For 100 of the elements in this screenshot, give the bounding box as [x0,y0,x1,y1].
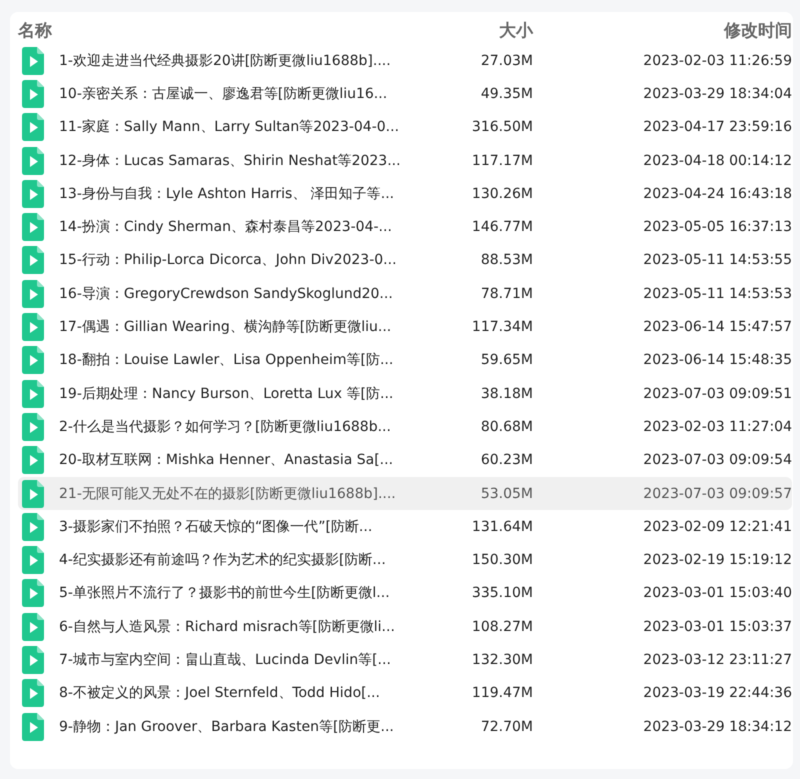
file-size: 49.35M [480,86,533,102]
file-row[interactable]: 15-行动：Philip-Lorca Dicorca、John Div2023-0... 88.53M 2023-05-11 14:53:55 [18,244,792,278]
video-file-icon [22,512,44,541]
file-size: 72.70M [480,718,533,735]
file-row[interactable]: 21-无限可能又无处不在的摄影[防断更微liu1688b].... 53.05M 2023-07-03 09:09:57 [18,476,792,510]
modified-time: 2023-03-19 22:44:36 [642,685,792,702]
file-name: 16-导演：GregoryCrewdson SandySkoglund20... [59,284,394,303]
file-name: 13-身份与自我：Lyle Ashton Harris、 泽田知子等... [59,184,396,203]
modified-time: 2023-02-19 15:19:12 [642,552,792,568]
file-size: 117.34M [470,319,533,336]
modified-time: 2023-03-12 23:11:27 [642,652,792,668]
modified-time: 2023-03-29 18:34:04 [642,86,792,102]
file-row[interactable]: 8-不被定义的风景：Joel Sternfeld、Todd Hido[... 119.47M 2023-03-19 22:44:36 [18,676,792,710]
modified-time: 2023-03-01 15:03:37 [642,618,792,635]
file-name: 15-行动：Philip-Lorca Dicorca、John Div2023-0... [59,251,398,270]
file-name: 19-后期处理：Nancy Burson、Loretta Lux 等[防... [59,384,394,403]
file-name: 6-自然与人造风景：Richard misrach等[防断更微li... [59,618,396,636]
file-row[interactable]: 1-欢迎走进当代经典摄影20讲[防断更微liu1688b].... 27.03M 2023-02-03 11:26:59 [18,44,792,78]
file-row[interactable]: 2-什么是当代摄影？如何学习？[防断更微liu1688b... 80.68M 2023-02-03 11:27:04 [18,410,792,444]
file-size: 59.65M [480,352,533,368]
file-row[interactable]: 6-自然与人造风景：Richard misrach等[防断更微li... 108.27M 2023-03-01 15:03:37 [18,610,792,644]
modified-time: 2023-04-18 00:14:12 [642,152,792,169]
file-row[interactable]: 3-摄影家们不拍照？石破天惊的“图像一代”[防断... 131.64M 2023-02-09 12:21:41 [18,510,792,544]
video-file-icon [22,146,44,175]
modified-time: 2023-03-29 18:34:12 [642,718,792,735]
file-size: 38.18M [480,386,533,402]
file-row[interactable]: 19-后期处理：Nancy Burson、Loretta Lux 等[防... 38.18M 2023-07-03 09:09:51 [18,376,792,410]
file-row[interactable]: 4-纪实摄影还有前途吗？作为艺术的纪实摄影[防断... 150.30M 2023-02-19 15:19:12 [18,543,792,577]
modified-time: 2023-02-03 11:26:59 [642,52,792,69]
video-file-icon [22,246,44,274]
video-file-icon [22,380,44,408]
file-row[interactable]: 17-偶遇：Gillian Wearing、横沟静等[防断更微liu... 117.34M 2023-06-14 15:47:57 [18,310,792,344]
column-header[interactable]: 修改时间 [533,18,792,42]
file-name: 21-无限可能又无处不在的摄影[防断更微liu1688b].... [59,484,397,502]
video-file-icon [22,612,44,641]
file-size: 150.30M [470,552,533,568]
video-file-icon [22,579,44,608]
video-file-icon [22,480,44,508]
modified-time: 2023-07-03 09:09:54 [642,452,792,468]
video-file-icon [22,46,44,75]
video-file-icon [22,346,44,374]
file-name: 17-偶遇：Gillian Wearing、横沟静等[防断更微liu... [59,318,392,336]
file-name: 1-欢迎走进当代经典摄影20讲[防断更微liu1688b].... [59,52,392,70]
file-row[interactable]: 7-城市与室内空间：畠山直哉、Lucinda Devlin等[... 132.30M 2023-03-12 23:11:27 [18,643,792,677]
column-header[interactable]: 大小 [403,18,533,42]
file-row[interactable]: 11-家庭：Sally Mann、Larry Sultan等2023-04-0... 316.50M 2023-04-17 23:59:16 [18,110,792,144]
file-row[interactable]: 20-取材互联网：Mishka Henner、Anastasia Sa[... 60.23M 2023-07-03 09:09:54 [18,444,792,477]
video-file-icon [22,180,44,208]
modified-time: 2023-02-03 11:27:04 [642,418,792,435]
file-name: 7-城市与室内空间：畠山直哉、Lucinda Devlin等[... [59,650,392,669]
file-name: 20-取材互联网：Mishka Henner、Anastasia Sa[... [59,451,394,470]
file-row[interactable]: 12-身体：Lucas Samaras、Shirin Neshat等2023... 117.17M 2023-04-18 00:14:12 [18,144,792,178]
file-row[interactable]: 5-单张照片不流行了？摄影书的前世今生[防断更微l... 335.10M 2023-03-01 15:03:40 [18,576,792,610]
modified-time: 2023-02-09 12:21:41 [642,518,792,535]
modified-time: 2023-04-17 23:59:16 [642,119,792,136]
modified-time: 2023-06-14 15:47:57 [642,319,792,336]
file-size: 146.77M [470,219,533,236]
column-header[interactable]: 名称 [18,18,403,42]
file-size: 316.50M [470,119,533,136]
video-file-icon [22,313,44,342]
video-file-icon [22,446,44,474]
file-size: 335.10M [470,585,533,602]
file-row[interactable]: 16-导演：GregoryCrewdson SandySkoglund20... 78.71M 2023-05-11 14:53:53 [18,277,792,310]
file-row[interactable]: 14-扮演：Cindy Sherman、森村泰昌等2023-04-... 146.77M 2023-05-05 16:37:13 [18,210,792,244]
file-size: 60.23M [480,452,533,468]
file-size: 132.30M [470,652,533,668]
file-name: 14-扮演：Cindy Sherman、森村泰昌等2023-04-... [59,218,393,236]
video-file-icon [22,213,44,242]
video-file-icon [22,546,44,574]
video-file-icon [22,412,44,441]
video-file-icon [22,80,44,108]
file-name: 5-单张照片不流行了？摄影书的前世今生[防断更微l... [59,584,391,602]
modified-time: 2023-06-14 15:48:35 [642,352,792,368]
modified-time: 2023-03-01 15:03:40 [642,585,792,602]
file-name: 3-摄影家们不拍照？石破天惊的“图像一代”[防断... [59,518,374,536]
file-size: 88.53M [480,252,533,268]
file-size: 27.03M [480,52,533,69]
file-size: 80.68M [480,418,533,435]
file-name: 12-身体：Lucas Samaras、Shirin Neshat等2023... [59,152,402,170]
file-row[interactable]: 10-亲密关系：古屋诚一、廖逸君等[防断更微liu16... 49.35M 2023-03-29 18:34:04 [18,77,792,111]
file-row[interactable]: 18-翻拍：Louise Lawler、Lisa Oppenheim等[防... 59.65M 2023-06-14 15:48:35 [18,344,792,377]
file-size: 119.47M [470,685,533,702]
file-size: 130.26M [470,186,533,202]
file-name: 18-翻拍：Louise Lawler、Lisa Oppenheim等[防... [59,351,394,370]
modified-time: 2023-07-03 09:09:51 [642,386,792,402]
file-name: 8-不被定义的风景：Joel Sternfeld、Todd Hido[... [59,684,381,702]
modified-time: 2023-05-11 14:53:53 [642,286,792,302]
modified-time: 2023-07-03 09:09:57 [642,486,792,502]
file-row[interactable]: 9-静物：Jan Groover、Barbara Kasten等[防断更... 72.70M 2023-03-29 18:34:12 [18,710,792,744]
file-row[interactable]: 13-身份与自我：Lyle Ashton Harris、 泽田知子等... 130.26M 2023-04-24 16:43:18 [18,177,792,210]
file-name: 11-家庭：Sally Mann、Larry Sultan等2023-04-0... [59,118,400,136]
modified-time: 2023-05-11 14:53:55 [642,252,792,268]
video-file-icon [22,280,44,308]
modified-time: 2023-05-05 16:37:13 [642,219,792,236]
file-size: 78.71M [480,286,533,302]
video-file-icon [22,113,44,142]
video-file-icon [22,646,44,674]
video-file-icon [22,679,44,708]
file-name: 9-静物：Jan Groover、Barbara Kasten等[防断更... [59,718,395,736]
file-size: 117.17M [470,152,533,169]
